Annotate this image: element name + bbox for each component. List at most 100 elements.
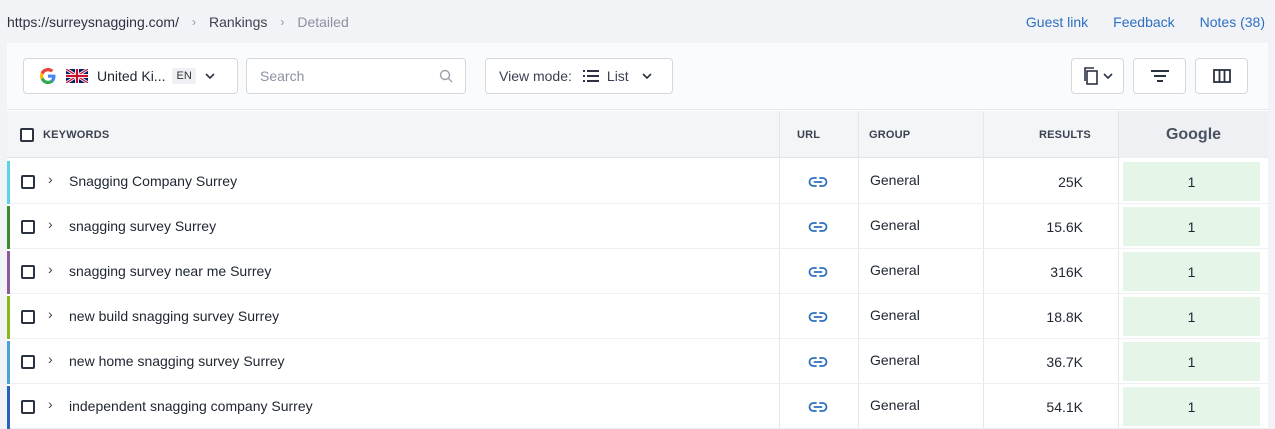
google-logo-icon — [40, 68, 56, 84]
row-checkbox[interactable] — [21, 265, 35, 279]
google-rank-value: 1 — [1187, 308, 1196, 325]
keyword-cell: new build snagging survey Surrey — [69, 308, 280, 324]
group-cell: General — [870, 262, 920, 278]
columns-button[interactable] — [1195, 58, 1248, 94]
url-header: URL — [797, 128, 821, 141]
table-row: › snagging survey Surrey General 15.6K 1 — [7, 204, 1268, 249]
group-color-bar — [7, 386, 10, 429]
table-row: › new build snagging survey Surrey General… — [7, 294, 1268, 339]
uk-flag-icon — [66, 69, 88, 83]
copy-button[interactable] — [1071, 58, 1124, 94]
group-color-bar — [7, 251, 10, 294]
google-rank-cell[interactable]: 1 — [1123, 162, 1260, 201]
row-checkbox[interactable] — [21, 355, 35, 369]
breadcrumb-domain[interactable]: https://surreysnagging.com/ — [7, 14, 179, 30]
toolbar: United Ki... EN Search View mode: List — [7, 43, 1268, 110]
group-cell: General — [870, 172, 920, 188]
breadcrumb-rankings[interactable]: Rankings — [209, 14, 267, 30]
breadcrumb-separator-icon: › — [280, 15, 285, 29]
top-links: Guest link Feedback Notes (38) — [1026, 14, 1265, 30]
url-link-button[interactable] — [808, 174, 828, 190]
google-rank-value: 1 — [1187, 173, 1196, 190]
row-checkbox[interactable] — [21, 400, 35, 414]
google-rank-cell[interactable]: 1 — [1123, 387, 1260, 426]
group-header[interactable]: GROUP — [869, 111, 910, 158]
breadcrumb: https://surreysnagging.com/ › Rankings ›… — [7, 14, 349, 30]
results-cell: 15.6K — [1046, 219, 1083, 235]
search-input[interactable]: Search — [246, 58, 466, 94]
expand-row-icon[interactable]: › — [48, 261, 53, 277]
group-color-bar — [7, 296, 10, 339]
region-name: United Ki... — [97, 68, 166, 84]
link-icon — [808, 357, 828, 367]
group-cell: General — [870, 217, 920, 233]
link-icon — [808, 222, 828, 232]
select-all-checkbox[interactable] — [20, 127, 34, 142]
expand-row-icon[interactable]: › — [48, 216, 53, 232]
row-checkbox[interactable] — [21, 310, 35, 324]
url-link-button[interactable] — [808, 219, 828, 235]
columns-icon — [1212, 69, 1231, 83]
results-cell: 25K — [1058, 174, 1083, 190]
url-link-button[interactable] — [808, 264, 828, 280]
top-bar: https://surreysnagging.com/ › Rankings ›… — [0, 0, 1275, 44]
url-link-button[interactable] — [808, 399, 828, 415]
link-icon — [808, 402, 828, 412]
expand-row-icon[interactable]: › — [48, 171, 53, 187]
google-header[interactable]: Google — [1119, 111, 1268, 158]
filter-button[interactable] — [1133, 58, 1186, 94]
chevron-down-icon — [1102, 73, 1113, 79]
keywords-header-label[interactable]: KEYWORDS — [43, 129, 109, 141]
url-link-button[interactable] — [808, 354, 828, 370]
feedback-link[interactable]: Feedback — [1113, 14, 1174, 30]
link-icon — [808, 177, 828, 187]
language-badge: EN — [172, 68, 196, 84]
google-rank-cell[interactable]: 1 — [1123, 342, 1260, 381]
table-row: › new home snagging survey Surrey General 3… — [7, 339, 1268, 384]
search-icon — [439, 69, 453, 83]
results-cell: 36.7K — [1046, 354, 1083, 370]
google-rank-cell[interactable]: 1 — [1123, 297, 1260, 336]
keyword-cell: snagging survey near me Surrey — [69, 263, 272, 279]
breadcrumb-separator-icon: › — [191, 15, 196, 29]
link-icon — [808, 267, 828, 277]
expand-row-icon[interactable]: › — [48, 306, 53, 322]
google-rank-value: 1 — [1187, 218, 1196, 235]
results-cell: 316K — [1050, 264, 1083, 280]
url-link-button[interactable] — [808, 309, 828, 325]
row-checkbox[interactable] — [21, 175, 35, 189]
row-checkbox[interactable] — [21, 220, 35, 234]
chevron-down-icon — [205, 73, 215, 79]
keywords-header: KEYWORDS — [20, 111, 109, 158]
google-rank-cell[interactable]: 1 — [1123, 207, 1260, 246]
copy-icon — [1083, 67, 1098, 85]
breadcrumb-current: Detailed — [297, 14, 349, 30]
guest-link[interactable]: Guest link — [1026, 14, 1088, 30]
list-icon — [582, 70, 599, 82]
view-mode-dropdown[interactable]: View mode: List — [485, 58, 673, 94]
keyword-cell: independent snagging company Surrey — [69, 398, 313, 414]
results-header[interactable]: RESULTS — [1039, 111, 1091, 158]
google-rank-value: 1 — [1187, 398, 1196, 415]
expand-row-icon[interactable]: › — [48, 351, 53, 367]
search-placeholder: Search — [260, 68, 305, 84]
group-color-bar — [7, 206, 10, 249]
table-row: › Snagging Company Surrey General 25K 1 — [7, 159, 1268, 204]
expand-row-icon[interactable]: › — [48, 396, 53, 412]
group-cell: General — [870, 352, 920, 368]
notes-link[interactable]: Notes (38) — [1200, 14, 1265, 30]
link-icon — [808, 312, 828, 322]
view-mode-label: View mode: — [499, 68, 572, 84]
keyword-cell: Snagging Company Surrey — [69, 173, 238, 189]
table-header: KEYWORDS URL GROUP RESULTS Google — [7, 111, 1268, 158]
results-cell: 54.1K — [1046, 399, 1083, 415]
group-color-bar — [7, 341, 10, 384]
group-cell: General — [870, 307, 920, 323]
google-rank-value: 1 — [1187, 263, 1196, 280]
results-cell: 18.8K — [1046, 309, 1083, 325]
view-mode-value: List — [606, 68, 629, 84]
filter-icon — [1150, 70, 1169, 82]
google-rank-cell[interactable]: 1 — [1123, 252, 1260, 291]
region-selector[interactable]: United Ki... EN — [23, 58, 238, 94]
rankings-panel: United Ki... EN Search View mode: List K… — [7, 43, 1268, 429]
